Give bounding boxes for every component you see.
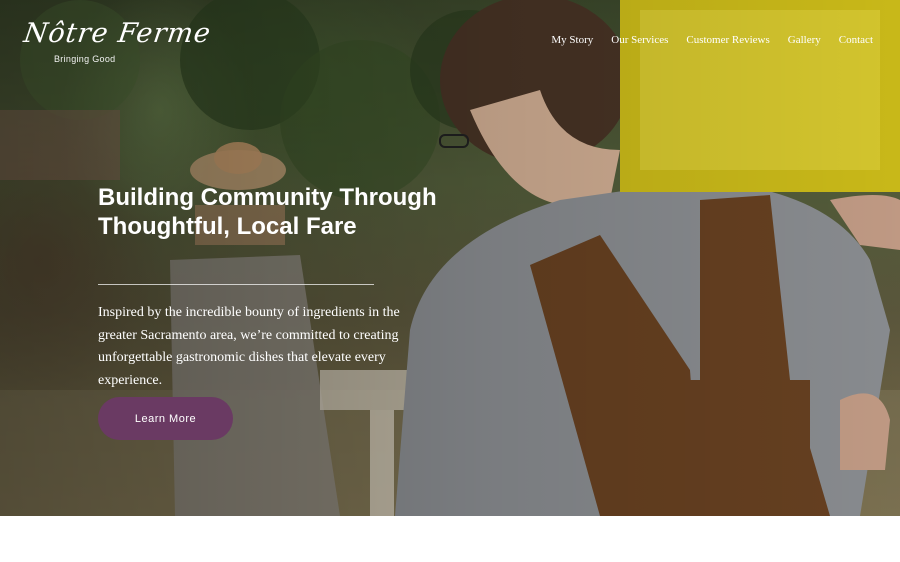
- logo-tagline: Bringing Good: [54, 54, 116, 64]
- nav-item-our-services[interactable]: Our Services: [611, 34, 668, 46]
- learn-more-button[interactable]: Learn More: [98, 397, 233, 440]
- hero-divider: [98, 284, 374, 285]
- hero-intro-text: Inspired by the incredible bounty of ing…: [98, 305, 400, 388]
- nav-item-customer-reviews[interactable]: Customer Reviews: [686, 34, 769, 46]
- nav-item-gallery[interactable]: Gallery: [788, 34, 821, 46]
- content-area: [0, 516, 900, 562]
- logo-script: Nôtre Ferme: [21, 18, 214, 49]
- hero-section: Nôtre Ferme Bringing Good My Story Our S…: [0, 0, 900, 516]
- main-nav: My Story Our Services Customer Reviews G…: [551, 34, 873, 46]
- brand-logo[interactable]: Nôtre Ferme Bringing Good: [22, 14, 213, 74]
- nav-item-contact[interactable]: Contact: [839, 34, 873, 46]
- hero-headline: Building Community Through Thoughtful, L…: [98, 184, 437, 240]
- nav-item-my-story[interactable]: My Story: [551, 34, 593, 46]
